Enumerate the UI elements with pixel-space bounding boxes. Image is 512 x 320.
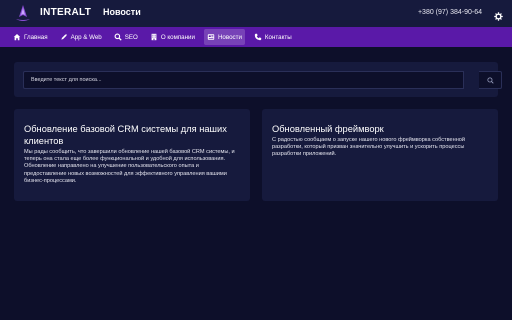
app-web-icon xyxy=(60,34,67,40)
news-title[interactable]: Обновление базовой CRM системы для наших… xyxy=(24,123,240,147)
home-icon xyxy=(13,34,21,41)
page-title: Новости xyxy=(103,7,141,17)
building-icon xyxy=(151,33,157,41)
phone-icon xyxy=(254,33,262,41)
nav-item-app-web[interactable]: App & Web xyxy=(57,29,105,45)
search-panel xyxy=(14,62,502,97)
nav-label: Главная xyxy=(24,33,48,41)
nav-label: О компании xyxy=(160,33,195,41)
news-title[interactable]: Обновленный фреймворк xyxy=(272,123,488,135)
nav-label: Контакты xyxy=(264,33,292,41)
seo-icon xyxy=(114,33,122,41)
nav-item-seo[interactable]: SEO xyxy=(111,29,141,45)
news-text: С радостью сообщаем о запуске нашего нов… xyxy=(272,137,466,158)
nav-label: App & Web xyxy=(70,33,102,41)
news-card[interactable]: Обновленный фреймворк С радостью сообщае… xyxy=(262,109,498,201)
nav-item-contacts[interactable]: Контакты xyxy=(251,29,295,45)
top-header: INTERALT Новости +380 (97) 384-90-64 xyxy=(0,0,512,27)
phone-number[interactable]: +380 (97) 384-90-64 xyxy=(418,9,482,16)
news-icon xyxy=(207,34,215,40)
logo-icon[interactable] xyxy=(13,4,33,24)
brand-name[interactable]: INTERALT xyxy=(40,7,91,18)
nav-label: SEO xyxy=(124,33,138,41)
nav-label: Новости xyxy=(217,33,242,41)
news-text: Мы рады сообщить, что завершили обновлен… xyxy=(24,149,235,184)
nav-item-about[interactable]: О компании xyxy=(147,29,198,45)
main-nav: Главная App & Web SEO О компании Новости… xyxy=(0,27,512,47)
gear-icon[interactable] xyxy=(494,8,503,21)
search-icon xyxy=(486,76,494,84)
search-input[interactable] xyxy=(23,71,464,89)
news-card[interactable]: Обновление базовой CRM системы для наших… xyxy=(14,109,250,201)
nav-item-news[interactable]: Новости xyxy=(203,29,245,45)
nav-item-home[interactable]: Главная xyxy=(10,29,51,45)
search-button[interactable] xyxy=(479,71,502,89)
